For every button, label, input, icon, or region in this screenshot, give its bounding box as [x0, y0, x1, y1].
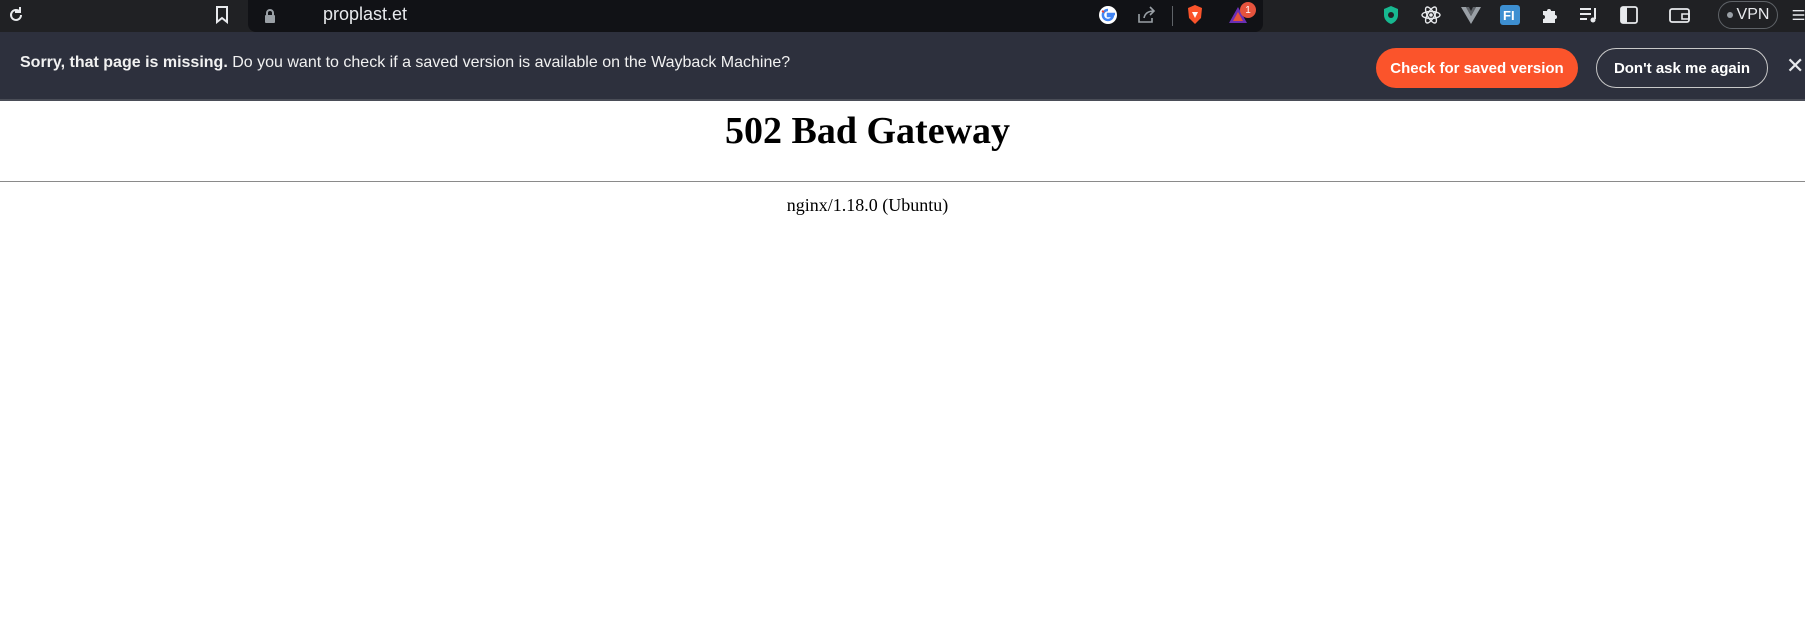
extension-shield-icon[interactable]	[1380, 4, 1402, 26]
wallet-icon[interactable]	[1669, 4, 1691, 26]
dont-ask-again-button[interactable]: Don't ask me again	[1596, 48, 1768, 88]
bookmark-icon[interactable]	[211, 4, 233, 26]
divider	[0, 181, 1805, 182]
google-icon[interactable]	[1097, 4, 1119, 26]
infobar-message: Sorry, that page is missing. Do you want…	[20, 54, 790, 72]
media-playlist-icon[interactable]	[1578, 4, 1600, 26]
vpn-label: VPN	[1736, 6, 1770, 23]
vpn-button[interactable]: VPN	[1718, 1, 1778, 29]
page-title: 502 Bad Gateway	[725, 110, 1010, 152]
server-signature: nginx/1.18.0 (Ubuntu)	[786, 195, 949, 215]
address-bar[interactable]: proplast.et 1	[248, 0, 1263, 32]
vpn-status-dot	[1726, 12, 1733, 18]
extensions-puzzle-icon[interactable]	[1539, 4, 1561, 26]
url-text[interactable]: proplast.et	[323, 4, 407, 25]
share-icon[interactable]	[1135, 4, 1157, 26]
separator	[1172, 6, 1173, 26]
close-icon[interactable]: ✕	[1786, 55, 1804, 77]
alert-badge: 1	[1240, 2, 1256, 18]
sidebar-icon[interactable]	[1618, 4, 1640, 26]
reload-icon[interactable]	[5, 4, 27, 26]
lock-icon	[259, 5, 281, 27]
fi-extension-icon[interactable]: FI	[1499, 4, 1521, 26]
vue-devtools-icon[interactable]	[1460, 4, 1482, 26]
infobar-question: Do you want to check if a saved version …	[232, 54, 791, 71]
react-devtools-icon[interactable]	[1420, 4, 1442, 26]
svg-text:FI: FI	[1503, 8, 1515, 23]
menu-icon[interactable]	[1792, 4, 1805, 26]
check-saved-version-button[interactable]: Check for saved version	[1376, 48, 1578, 88]
infobar-bold-text: Sorry, that page is missing.	[20, 54, 228, 71]
browser-toolbar: proplast.et 1 FI VPN	[0, 0, 1805, 32]
brave-shields-icon[interactable]	[1184, 4, 1206, 26]
